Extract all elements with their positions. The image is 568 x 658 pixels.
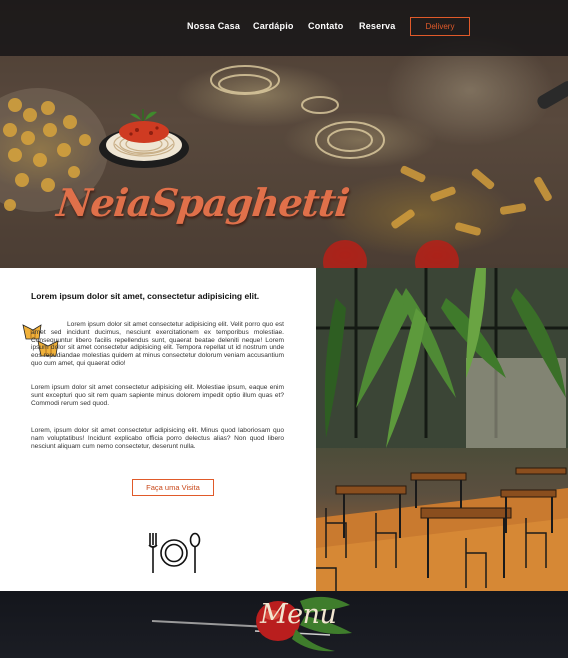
nav-item-reserva[interactable]: Reserva	[359, 21, 395, 31]
hero-banner: Nossa Casa Cardápio Contato Reserva Deli…	[0, 0, 568, 268]
menu-title: Menu	[260, 599, 337, 630]
restaurant-interior-photo	[316, 268, 568, 591]
about-title: Lorem ipsum dolor sit amet, consectetur …	[31, 291, 260, 301]
nav-item-nossa-casa[interactable]: Nossa Casa	[187, 21, 240, 31]
brand-logo-text: NeiaSpaghetti	[54, 180, 351, 225]
visit-button[interactable]: Faça uma Visita	[132, 479, 214, 496]
about-paragraph-2: Lorem ipsum dolor sit amet consectetur a…	[31, 384, 284, 407]
delivery-button[interactable]: Delivery	[410, 17, 470, 36]
interior-illustration	[316, 268, 568, 591]
main-nav: Nossa Casa Cardápio Contato Reserva Deli…	[0, 0, 568, 56]
about-section: Lorem ipsum dolor sit amet, consectetur …	[0, 268, 316, 591]
nav-item-cardapio[interactable]: Cardápio	[253, 21, 294, 31]
about-paragraph-3: Lorem, ipsum dolor sit amet consectetur …	[31, 427, 284, 450]
about-paragraph-1: Lorem ipsum dolor sit amet consectetur a…	[31, 321, 284, 367]
plate-cutlery-icon	[148, 532, 201, 573]
menu-section-header: Menu	[0, 591, 568, 658]
pasta-dish-icon	[99, 109, 189, 168]
nav-item-contato[interactable]: Contato	[308, 21, 343, 31]
